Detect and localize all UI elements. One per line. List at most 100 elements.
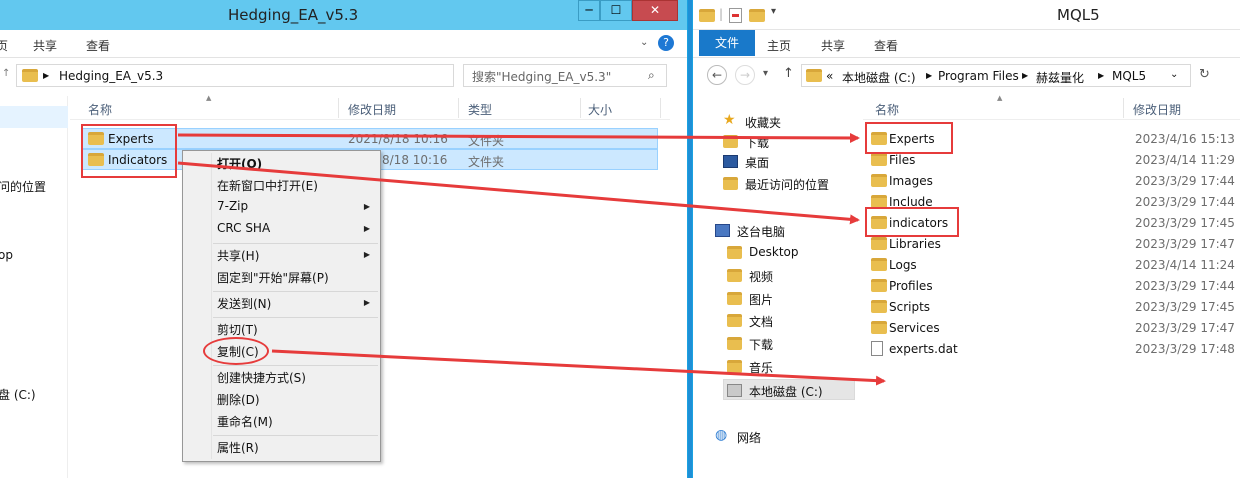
help-icon[interactable]: ? (658, 35, 674, 51)
sort-arrow-icon: ▲ (997, 94, 1003, 102)
menu-item[interactable]: 创建快捷方式(S) (217, 369, 306, 386)
tab-view[interactable]: 查看 (874, 37, 898, 54)
file-name: Logs (889, 258, 917, 272)
menu-item[interactable]: 固定到"开始"屏幕(P) (217, 269, 329, 286)
column-divider[interactable] (660, 98, 661, 118)
right-address-bar[interactable]: « 本地磁盘 (C:) ▶ Program Files ▶ 赫兹量化 ▶ MQL… (801, 64, 1191, 87)
tab-file[interactable]: 文件 (699, 30, 755, 56)
properties-icon[interactable] (729, 8, 742, 23)
file-type: 文件夹 (468, 134, 505, 148)
back-button[interactable]: ← (707, 65, 727, 85)
tab-home[interactable]: 主页 (767, 37, 791, 54)
breadcrumb-overflow[interactable]: « (826, 69, 833, 83)
column-divider[interactable] (458, 98, 459, 118)
menu-item[interactable]: 属性(R) (217, 439, 259, 456)
menu-item[interactable]: 发送到(N) (217, 295, 271, 312)
up-arrow-icon[interactable]: ↑ (783, 66, 794, 81)
menu-icon-strip (211, 153, 212, 459)
nav-item[interactable]: 文档 (727, 313, 877, 331)
nav-item[interactable]: 视频 (727, 268, 877, 286)
menu-item[interactable]: 在新窗口中打开(E) (217, 177, 318, 194)
file-row[interactable]: experts.dat 2023/3/29 17:48 (869, 339, 1235, 360)
column-size[interactable]: 大小 (588, 101, 612, 118)
menu-item[interactable]: 删除(D) (217, 391, 260, 408)
folder-icon (699, 9, 715, 22)
expand-ribbon-icon[interactable]: ⌄ (640, 37, 648, 48)
breadcrumb-drive-c[interactable]: 本地磁盘 (C:) (842, 69, 916, 86)
breadcrumb-program-files[interactable]: Program Files (938, 69, 1019, 83)
menu-item[interactable]: 重命名(M) (217, 413, 273, 430)
right-title-bar[interactable]: | ▾ MQL5 (693, 0, 1240, 30)
nav-item[interactable]: 下载 (727, 336, 877, 354)
forward-button[interactable]: → (735, 65, 755, 85)
quick-access-dropdown-icon[interactable]: ▾ (771, 6, 776, 17)
nav-item[interactable]: ★ 收藏夹 (723, 112, 873, 132)
menu-item[interactable]: 7-Zip (217, 199, 248, 213)
nav-item[interactable]: 桌面 (723, 154, 873, 172)
column-type[interactable]: 类型 (468, 101, 492, 118)
submenu-arrow-icon: ▶ (363, 250, 370, 259)
recent-locations-icon[interactable]: ▾ (763, 68, 768, 79)
tab-share[interactable]: 共享 (33, 37, 57, 54)
file-row[interactable]: Logs 2023/4/14 11:24 (869, 255, 1235, 276)
annotation-box-left-folders (81, 124, 177, 178)
file-date: 2023/3/29 17:44 (1135, 195, 1235, 209)
nav-item[interactable]: 下载 (723, 134, 873, 152)
nav-item[interactable]: 这台电脑 (715, 223, 865, 241)
column-date[interactable]: 修改日期 (348, 101, 396, 118)
annotation-box-indicators (865, 207, 959, 237)
column-divider[interactable] (580, 98, 581, 118)
nav-item[interactable]: Desktop (727, 245, 877, 263)
star-icon: ★ (723, 112, 736, 128)
nav-item[interactable]: 本地磁盘 (C:) (727, 383, 877, 401)
close-button[interactable]: ✕ (632, 0, 678, 21)
nav-item[interactable]: ◍ 网络 (715, 427, 865, 447)
tab-share[interactable]: 共享 (821, 37, 845, 54)
tab-view[interactable]: 查看 (86, 37, 110, 54)
chevron-right-icon: ▶ (926, 71, 933, 80)
address-dropdown-icon[interactable]: ⌄ (1170, 69, 1178, 80)
nav-item-drive-c[interactable]: 盘 (C:) (0, 386, 36, 403)
nav-item[interactable]: 音乐 (727, 359, 877, 377)
nav-item-recent[interactable]: 问的位置 (0, 178, 46, 195)
breadcrumb-hertz[interactable]: 赫兹量化 (1036, 69, 1084, 86)
column-name[interactable]: 名称 (875, 101, 899, 118)
nav-selected-item[interactable] (0, 106, 68, 128)
menu-item[interactable]: 共享(H) (217, 247, 259, 264)
menu-item[interactable]: 打开(O) (217, 155, 262, 172)
breadcrumb-mql5[interactable]: MQL5 (1112, 69, 1146, 83)
refresh-icon[interactable]: ↻ (1199, 67, 1210, 82)
left-search-input[interactable]: 搜索"Hedging_EA_v5.3" (463, 64, 667, 87)
maximize-button[interactable]: ☐ (600, 0, 632, 21)
new-folder-icon[interactable] (749, 9, 765, 22)
column-divider[interactable] (1123, 98, 1124, 118)
file-name: Services (889, 321, 940, 335)
left-title-bar[interactable]: Hedging_EA_v5.3 ─ ☐ ✕ (0, 0, 687, 30)
up-arrow-icon[interactable]: ↑ (2, 68, 10, 79)
file-row[interactable]: Profiles 2023/3/29 17:44 (869, 276, 1235, 297)
column-date[interactable]: 修改日期 (1133, 101, 1181, 118)
menu-item[interactable]: CRC SHA (217, 221, 270, 235)
nav-item-desktop[interactable]: op (0, 248, 13, 262)
toolbar-separator: | (719, 7, 724, 21)
file-row[interactable]: Services 2023/3/29 17:47 (869, 318, 1235, 339)
desktop-icon (723, 155, 738, 168)
file-name: Files (889, 153, 916, 167)
folder-icon (727, 246, 742, 259)
left-address-bar[interactable]: ▶ Hedging_EA_v5.3 (16, 64, 454, 87)
breadcrumb-hedging[interactable]: Hedging_EA_v5.3 (59, 69, 163, 83)
file-date: 2023/3/29 17:45 (1135, 216, 1235, 230)
nav-item[interactable]: 图片 (727, 291, 877, 309)
column-divider[interactable] (338, 98, 339, 118)
file-row[interactable]: Images 2023/3/29 17:44 (869, 171, 1235, 192)
folder-icon (22, 69, 38, 82)
column-name[interactable]: 名称 (88, 101, 112, 118)
file-row[interactable]: Libraries 2023/3/29 17:47 (869, 234, 1235, 255)
nav-item-label: Desktop (749, 245, 799, 259)
menu-item[interactable]: 剪切(T) (217, 321, 258, 338)
file-name: Scripts (889, 300, 931, 314)
nav-item[interactable]: 最近访问的位置 (723, 176, 873, 194)
tab-home[interactable]: 页 (0, 37, 8, 54)
minimize-button[interactable]: ─ (578, 0, 600, 21)
file-row[interactable]: Scripts 2023/3/29 17:45 (869, 297, 1235, 318)
